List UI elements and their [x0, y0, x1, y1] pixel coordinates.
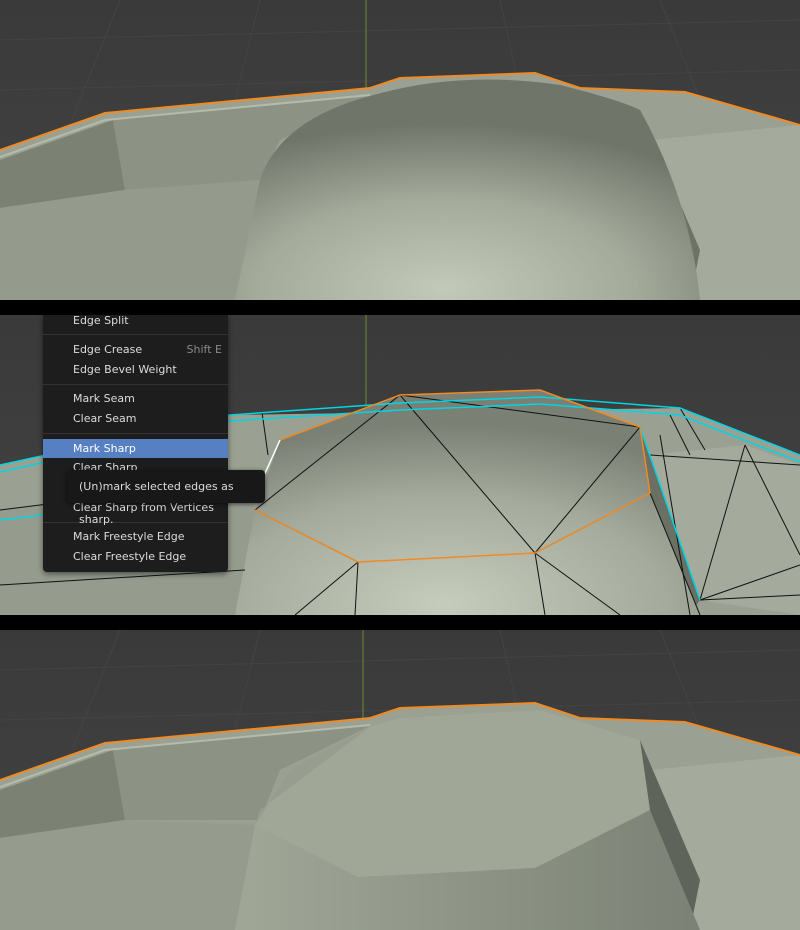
- menu-item-label: Clear Seam: [73, 412, 137, 425]
- menu-divider: [43, 433, 228, 434]
- menu-item-edge-crease[interactable]: Edge Crease Shift E: [43, 340, 228, 359]
- menu-item-edge-bevel-weight[interactable]: Edge Bevel Weight: [43, 360, 228, 379]
- menu-item-label: Edge Split: [73, 315, 129, 327]
- tooltip-text: (Un)mark selected edges as sharp.: [79, 480, 234, 526]
- viewport-after[interactable]: [0, 630, 800, 930]
- menu-item-shortcut: Shift E: [186, 343, 222, 356]
- mark-sharp-tooltip: (Un)mark selected edges as sharp.: [67, 470, 265, 526]
- menu-item-label: Clear Freestyle Edge: [73, 550, 187, 563]
- menu-item-label: Mark Sharp: [73, 442, 136, 455]
- menu-item-clear-seam[interactable]: Clear Seam: [43, 409, 228, 428]
- menu-divider: [43, 384, 228, 385]
- menu-item-clear-freestyle-edge[interactable]: Clear Freestyle Edge: [43, 547, 228, 566]
- menu-item-label: Edge Crease: [73, 343, 143, 356]
- viewport-before[interactable]: [0, 0, 800, 300]
- menu-item-mark-seam[interactable]: Mark Seam: [43, 389, 228, 408]
- menu-item-label: Edge Bevel Weight: [73, 363, 177, 376]
- menu-item-edge-split[interactable]: Edge Split: [43, 315, 228, 330]
- viewport-after-render: [0, 630, 800, 930]
- menu-item-mark-sharp[interactable]: Mark Sharp: [43, 439, 228, 458]
- viewport-before-render: [0, 0, 800, 300]
- menu-divider: [43, 334, 228, 335]
- viewport-edit[interactable]: Edge Split Edge Crease Shift E Edge Beve…: [0, 315, 800, 615]
- menu-item-label: Mark Seam: [73, 392, 135, 405]
